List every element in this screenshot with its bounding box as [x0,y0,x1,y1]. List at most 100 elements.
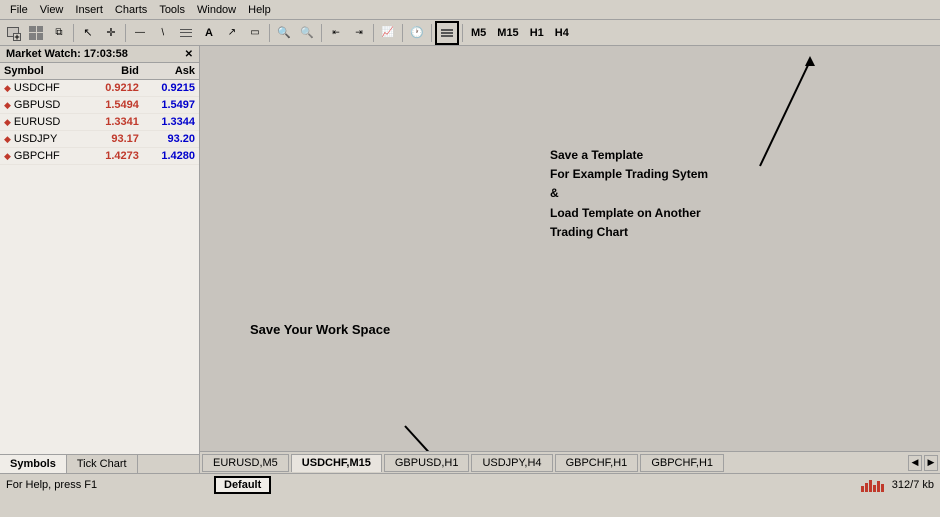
menu-view[interactable]: View [34,2,70,18]
sep1 [73,24,74,42]
arrow-icon: ↗ [228,27,236,38]
hline-btn[interactable]: — [129,22,151,44]
ask-cell: 1.4280 [143,148,199,165]
new-chart-icon: + [5,25,21,41]
tf-m5[interactable]: M5 [466,23,491,43]
market-row-usdjpy[interactable]: ◆USDJPY93.1793.20 [0,131,199,148]
market-row-gbpchf[interactable]: ◆GBPCHF1.42731.4280 [0,148,199,165]
bars-icon [861,478,884,492]
ask-cell: 1.5497 [143,97,199,114]
toolbar: + ⧉ ↖ ✛ — / A ↗ ▭ 🔍 [0,20,940,46]
status-right: 312/7 kb [861,478,934,492]
col-symbol: Symbol [0,63,87,80]
menu-file[interactable]: File [4,2,34,18]
sep2 [125,24,126,42]
chart-tab-usdchf-m15[interactable]: USDCHF,M15 [291,454,382,472]
sep4 [321,24,322,42]
trend-btn[interactable]: / [152,22,174,44]
tab-tick-chart[interactable]: Tick Chart [67,455,138,473]
zoom-out-btn[interactable]: 🔍 [296,22,318,44]
market-watch-close[interactable]: ✕ [185,49,193,60]
annotation-line3: & [550,186,559,200]
chart-nav-prev[interactable]: ◀ [908,455,922,471]
trend-icon: / [159,27,167,38]
chart-tab-gbpchf-h1[interactable]: GBPCHF,H1 [555,454,639,472]
main-layout: Market Watch: 17:03:58 ✕ Symbol Bid Ask … [0,46,940,473]
tile-windows-btn[interactable] [25,22,47,44]
bid-cell: 1.5494 [87,97,143,114]
ask-cell: 0.9215 [143,80,199,97]
arrow-btn[interactable]: ↗ [221,22,243,44]
market-row-eurusd[interactable]: ◆EURUSD1.33411.3344 [0,114,199,131]
left-panel: Market Watch: 17:03:58 ✕ Symbol Bid Ask … [0,46,200,473]
template-arrow [200,46,940,451]
diamond-icon: ◆ [4,117,11,128]
tf-h1[interactable]: H1 [525,23,549,43]
tf-m15[interactable]: M15 [492,23,523,43]
annotation-line1: Save a Template [550,148,643,162]
clock-icon: 🕐 [410,26,424,39]
market-watch-title: Market Watch: 17:03:58 [6,48,128,60]
chart-shift-btn[interactable]: ⇥ [348,22,370,44]
crosshair-btn[interactable]: ✛ [100,22,122,44]
annotation-line2: For Example Trading Sytem [550,167,708,181]
clock-btn[interactable]: 🕐 [406,22,428,44]
cursor-btn[interactable]: ↖ [77,22,99,44]
market-row-gbpusd[interactable]: ◆GBPUSD1.54941.5497 [0,97,199,114]
sep3 [269,24,270,42]
chart-scroll-btn[interactable]: ⇤ [325,22,347,44]
menu-tools[interactable]: Tools [153,2,191,18]
fib-icon [180,29,192,37]
indicators-icon: 📈 [382,27,394,38]
sep5 [373,24,374,42]
menu-charts[interactable]: Charts [109,2,153,18]
chart-canvas[interactable]: Save a Template For Example Trading Syte… [200,46,940,451]
template-icon [441,29,453,37]
market-watch-header: Market Watch: 17:03:58 ✕ [0,46,199,63]
bid-cell: 0.9212 [87,80,143,97]
sep7 [431,24,432,42]
sep8 [462,24,463,42]
chart-area: Save a Template For Example Trading Syte… [200,46,940,473]
annotation-line4: Load Template on Another [550,206,701,220]
diamond-icon: ◆ [4,134,11,145]
template-btn[interactable] [435,21,459,45]
ask-cell: 93.20 [143,131,199,148]
symbol-cell: ◆USDCHF [0,80,87,97]
ask-cell: 1.3344 [143,114,199,131]
file-size: 312/7 kb [892,479,934,491]
annotation-line5: Trading Chart [550,225,628,239]
new-chart-btn[interactable]: + [2,22,24,44]
bar4 [873,485,876,492]
text-btn[interactable]: A [198,22,220,44]
chart-tab-eurusd-m5[interactable]: EURUSD,M5 [202,454,289,472]
menu-insert[interactable]: Insert [69,2,109,18]
symbol-cell: ◆GBPUSD [0,97,87,114]
tab-symbols[interactable]: Symbols [0,455,67,473]
chart-tab-gbpchf-h1-2[interactable]: GBPCHF,H1 [640,454,724,472]
bid-cell: 1.4273 [87,148,143,165]
market-table: Symbol Bid Ask ◆USDCHF0.92120.9215◆GBPUS… [0,63,199,165]
fib-btn[interactable] [175,22,197,44]
annotation-workspace: Save Your Work Space [250,322,390,337]
chart-tab-gbpusd-h1[interactable]: GBPUSD,H1 [384,454,470,472]
zoom-in-btn[interactable]: 🔍 [273,22,295,44]
bar6 [881,484,884,492]
cascade-btn[interactable]: ⧉ [48,22,70,44]
chart-nav-next[interactable]: ▶ [924,455,938,471]
menu-help[interactable]: Help [242,2,277,18]
diamond-icon: ◆ [4,151,11,162]
indicators-btn[interactable]: 📈 [377,22,399,44]
bar2 [865,483,868,492]
tf-h4[interactable]: H4 [550,23,574,43]
chart-tab-usdjpy-h4[interactable]: USDJPY,H4 [471,454,552,472]
bar1 [861,486,864,492]
col-ask: Ask [143,63,199,80]
market-row-usdchf[interactable]: ◆USDCHF0.92120.9215 [0,80,199,97]
chart-nav: ◀ ▶ [908,455,938,471]
rect-btn[interactable]: ▭ [244,22,266,44]
workspace-annotation: Save Your Work Space [250,320,390,341]
hline-icon: — [135,27,145,38]
menu-window[interactable]: Window [191,2,242,18]
left-tabs: Symbols Tick Chart [0,454,199,473]
